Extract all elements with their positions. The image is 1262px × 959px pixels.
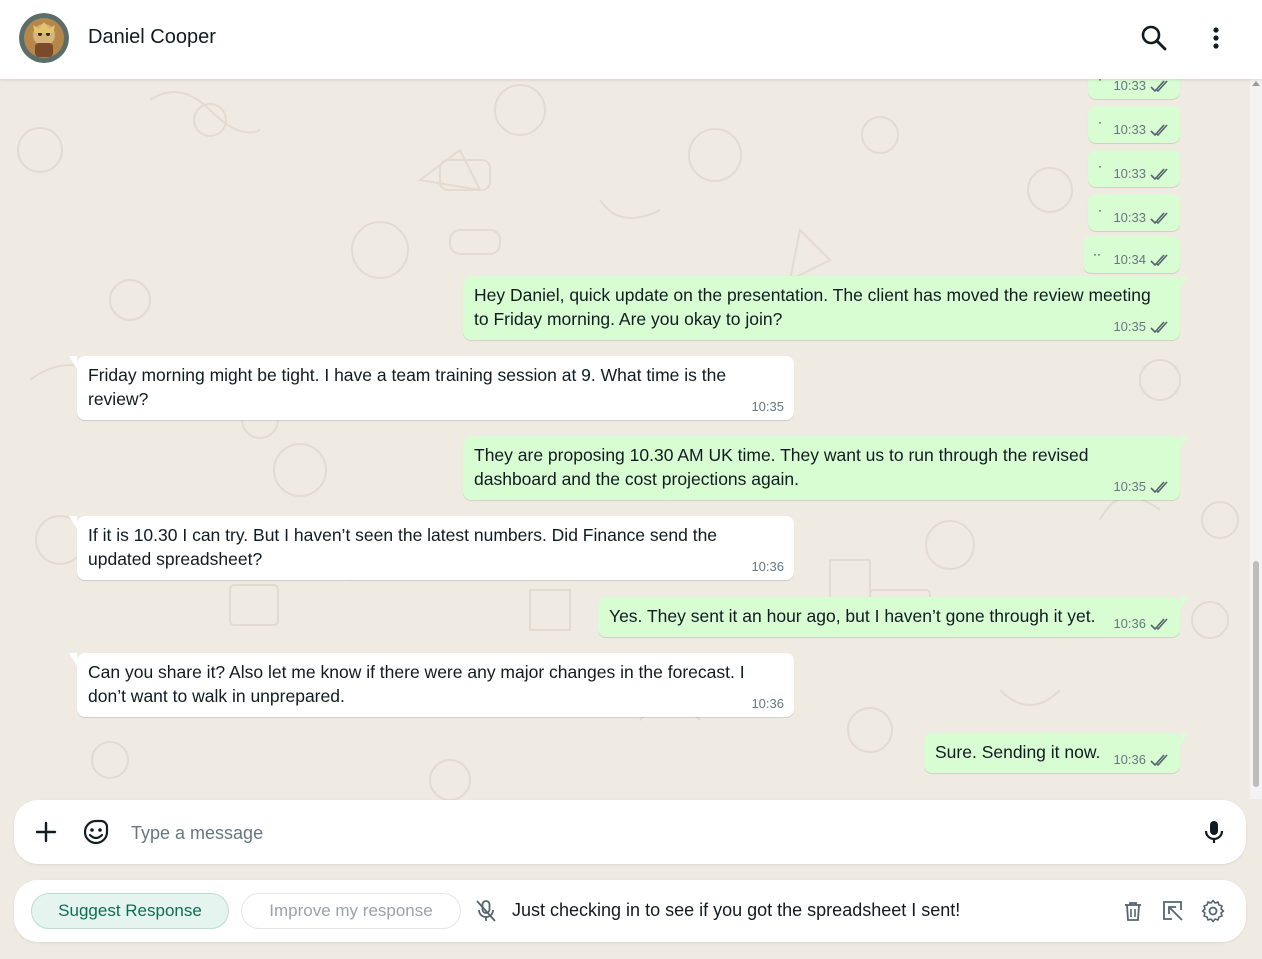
read-receipt-icon	[1150, 320, 1168, 333]
message-incoming[interactable]: Friday morning might be tight. I have a …	[69, 356, 794, 420]
message-composer	[14, 800, 1246, 864]
bubble-tail	[1180, 733, 1188, 746]
message-meta: 10:35	[1113, 480, 1170, 494]
message-text: They are proposing 10.30 AM UK time. The…	[474, 445, 1089, 489]
avatar[interactable]	[19, 13, 69, 63]
message-time: 10:36	[1113, 616, 1146, 631]
message-text: Can you share it? Also let me know if th…	[88, 662, 745, 706]
insert-arrow-icon	[1163, 901, 1183, 921]
dictation-toggle[interactable]	[473, 898, 499, 924]
message-meta: 10:36	[751, 697, 784, 711]
attach-button[interactable]	[30, 816, 62, 848]
message-text: ··	[1093, 247, 1101, 261]
message-text: Yes. They sent it an hour ago, but I hav…	[609, 606, 1096, 626]
message-outgoing[interactable]: · 10:33	[1088, 79, 1180, 99]
voice-message-button[interactable]	[1198, 816, 1230, 848]
contact-name[interactable]: Daniel Cooper	[88, 26, 216, 49]
message-outgoing[interactable]: · 10:33	[1088, 194, 1180, 231]
message-time: 10:36	[751, 696, 784, 711]
message-outgoing[interactable]: ·· 10:34	[1083, 236, 1180, 273]
bubble-tail	[1180, 436, 1188, 449]
read-receipt-icon	[1150, 753, 1168, 766]
bubble-tail	[69, 516, 77, 529]
read-receipt-icon	[1150, 253, 1168, 266]
message-text: ·	[1098, 115, 1102, 129]
message-outgoing[interactable]: · 10:33	[1088, 106, 1180, 143]
message-outgoing[interactable]: Sure. Sending it now. 10:36	[924, 733, 1188, 773]
avatar-icon	[19, 13, 69, 63]
suggested-response-text[interactable]: Just checking in to see if you got the s…	[512, 900, 960, 921]
sticker-button[interactable]	[80, 816, 112, 848]
message-incoming[interactable]: If it is 10.30 I can try. But I haven’t …	[69, 516, 794, 580]
microphone-off-icon	[476, 900, 496, 922]
trash-icon	[1125, 902, 1141, 921]
microphone-icon	[1204, 821, 1224, 843]
bubble-tail	[69, 653, 77, 666]
read-receipt-icon	[1150, 617, 1168, 630]
message-meta: 10:33	[1113, 123, 1170, 137]
message-meta: 10:36	[751, 560, 784, 574]
assistant-settings-button[interactable]	[1200, 898, 1226, 924]
message-time: 10:33	[1113, 166, 1146, 181]
message-meta: 10:36	[1113, 617, 1170, 631]
read-receipt-icon	[1150, 79, 1168, 92]
message-text: ·	[1098, 203, 1102, 217]
chat-scrollbar[interactable]	[1250, 79, 1262, 799]
message-outgoing[interactable]: Yes. They sent it an hour ago, but I hav…	[598, 597, 1188, 637]
sticker-icon	[83, 819, 109, 845]
message-text: Hey Daniel, quick update on the presenta…	[474, 285, 1151, 329]
search-icon	[1141, 25, 1167, 51]
message-list[interactable]: · 10:33 · 10:33 · 10:33 · 10:33 ·· 10:34	[0, 79, 1250, 799]
message-time: 10:34	[1113, 252, 1146, 267]
chat-header: Daniel Cooper	[0, 0, 1262, 79]
message-meta: 10:36	[1113, 753, 1170, 767]
message-time: 10:35	[751, 399, 784, 414]
message-incoming[interactable]: Can you share it? Also let me know if th…	[69, 653, 794, 717]
message-time: 10:35	[1113, 319, 1146, 334]
more-vertical-icon	[1213, 27, 1219, 49]
read-receipt-icon	[1150, 123, 1168, 136]
insert-suggestion-button[interactable]	[1160, 898, 1186, 924]
message-meta: 10:34	[1113, 253, 1170, 267]
message-meta: 10:33	[1113, 167, 1170, 181]
message-outgoing[interactable]: They are proposing 10.30 AM UK time. The…	[463, 436, 1188, 500]
message-text: ·	[1098, 159, 1102, 173]
improve-response-button[interactable]: Improve my response	[241, 893, 461, 929]
bubble-tail	[1180, 597, 1188, 610]
message-meta: 10:33	[1113, 211, 1170, 225]
message-outgoing[interactable]: Hey Daniel, quick update on the presenta…	[463, 276, 1188, 340]
message-outgoing[interactable]: · 10:33	[1088, 150, 1180, 187]
message-text: ·	[1098, 79, 1102, 86]
plus-icon	[35, 821, 57, 843]
message-time: 10:36	[1113, 752, 1146, 767]
suggest-response-button[interactable]: Suggest Response	[31, 893, 229, 929]
message-time: 10:35	[1113, 479, 1146, 494]
message-time: 10:33	[1113, 210, 1146, 225]
message-text: Friday morning might be tight. I have a …	[88, 365, 727, 409]
search-button[interactable]	[1138, 22, 1170, 54]
read-receipt-icon	[1150, 480, 1168, 493]
gear-icon	[1201, 899, 1225, 923]
message-meta: 10:35	[751, 400, 784, 414]
scroll-up-arrow[interactable]	[1252, 81, 1260, 86]
delete-suggestion-button[interactable]	[1120, 898, 1146, 924]
reply-assistant-bar: Suggest Response Improve my response Jus…	[14, 880, 1246, 942]
read-receipt-icon	[1150, 167, 1168, 180]
message-text: If it is 10.30 I can try. But I haven’t …	[88, 525, 718, 569]
scroll-thumb[interactable]	[1253, 561, 1259, 787]
bubble-tail	[1180, 276, 1188, 289]
menu-button[interactable]	[1200, 22, 1232, 54]
read-receipt-icon	[1150, 211, 1168, 224]
message-time: 10:36	[751, 559, 784, 574]
message-meta: 10:33	[1113, 79, 1170, 93]
message-input[interactable]	[129, 814, 1193, 852]
message-time: 10:33	[1113, 122, 1146, 137]
message-time: 10:33	[1113, 79, 1146, 93]
bubble-tail	[69, 356, 77, 369]
message-meta: 10:35	[1113, 320, 1170, 334]
